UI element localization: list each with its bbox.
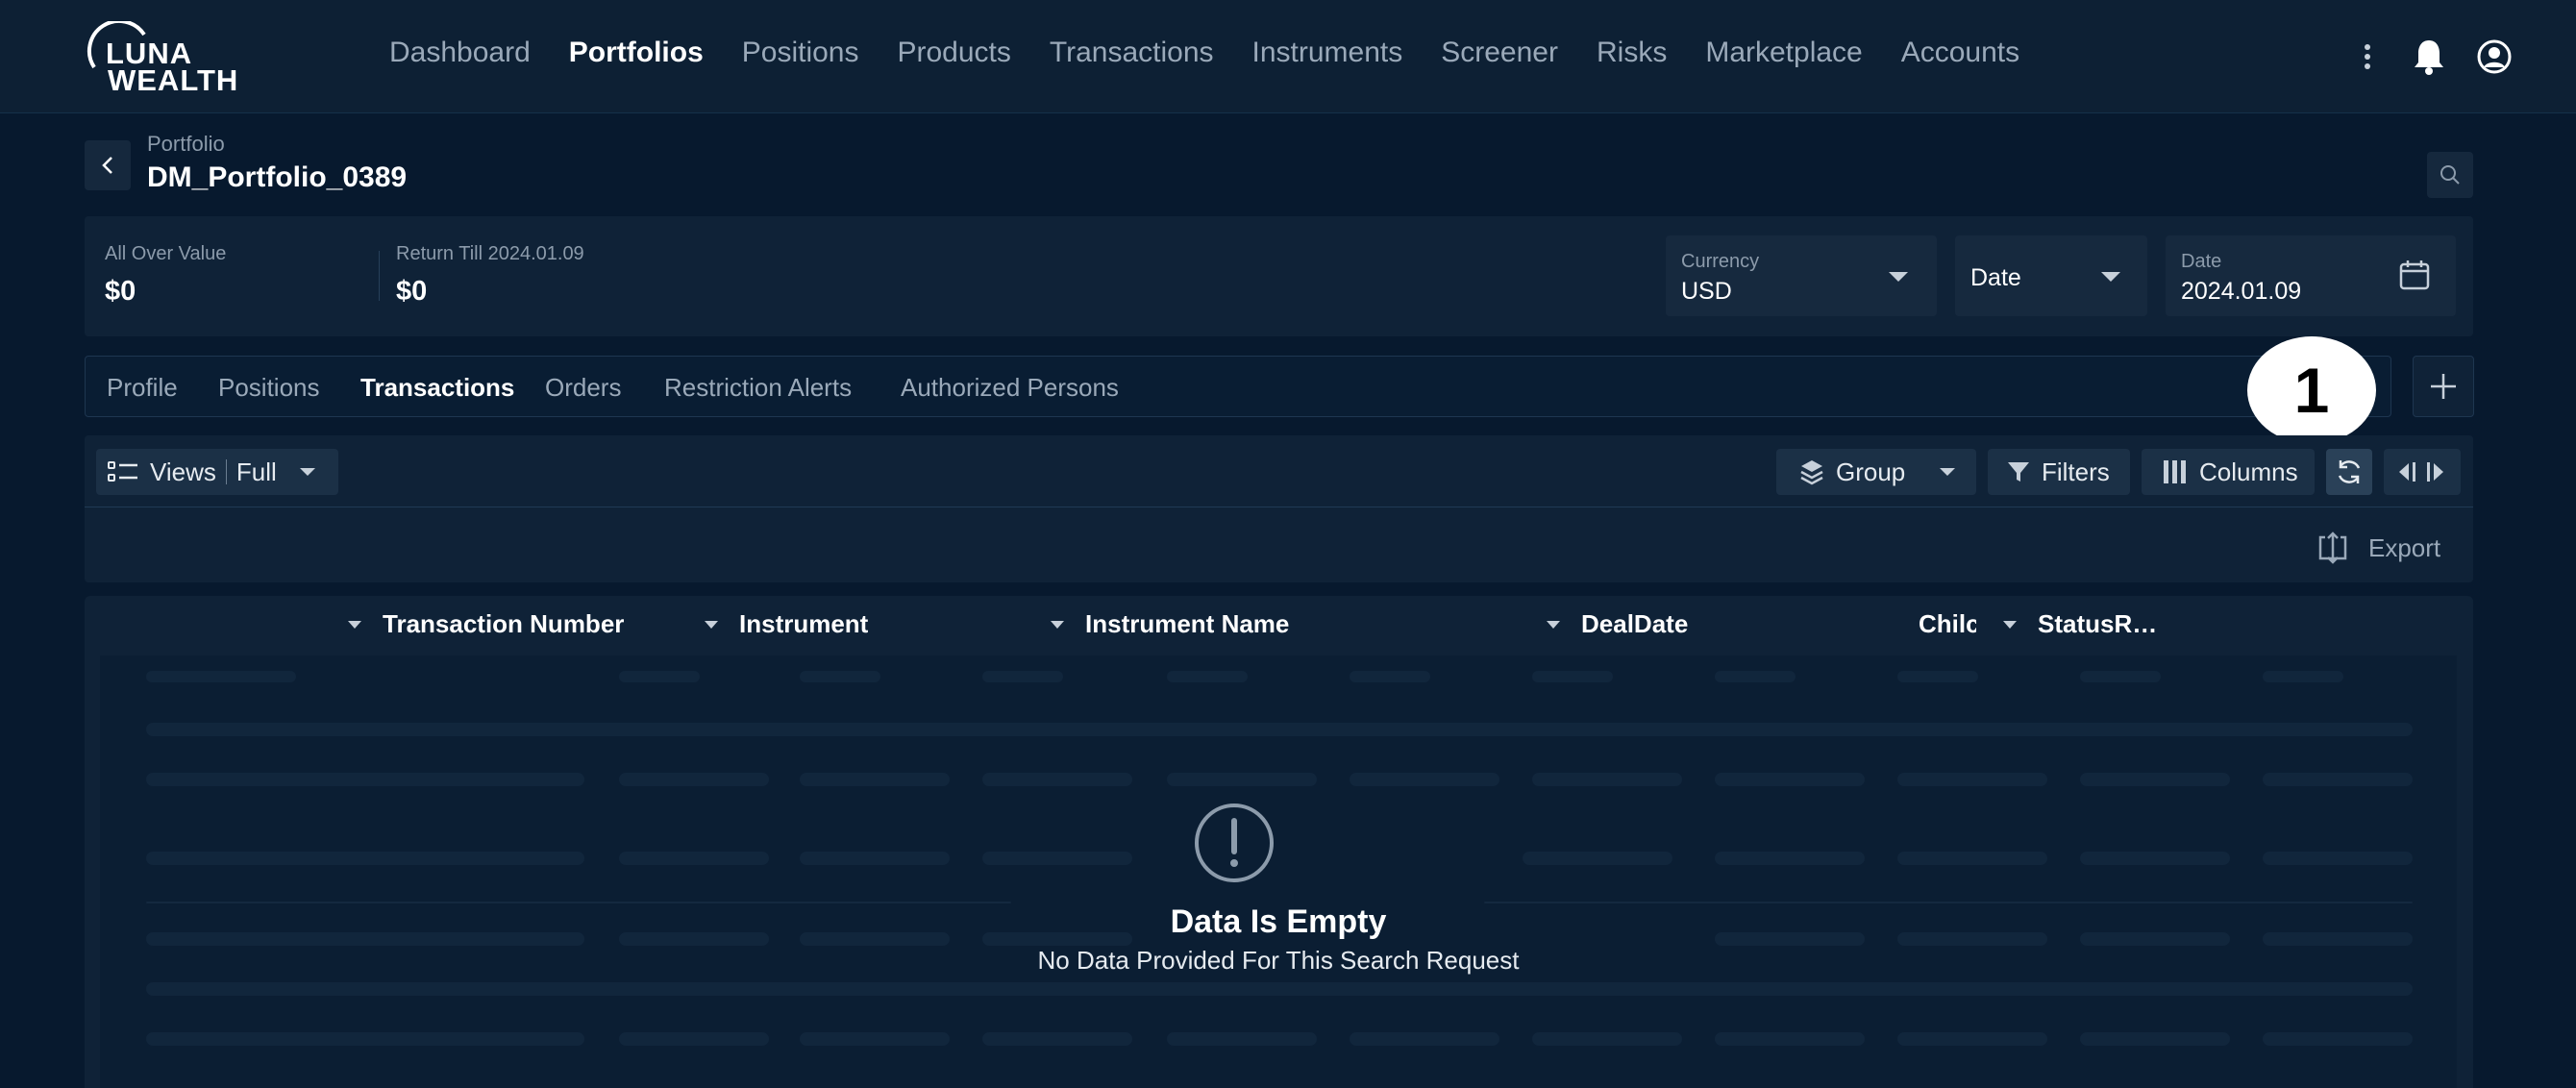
tab-profile[interactable]: Profile [107, 373, 178, 403]
currency-label: Currency [1681, 251, 1760, 272]
filters-button[interactable]: Filters [1988, 449, 2130, 495]
date-value: 2024.01.09 [2181, 278, 2302, 305]
currency-value: USD [1681, 278, 1732, 305]
split-panel-icon [2399, 462, 2443, 482]
date-picker[interactable]: Date 2024.01.09 [2166, 235, 2456, 316]
nav-item-accounts[interactable]: Accounts [1901, 37, 2019, 69]
layers-icon [1799, 458, 1824, 485]
views-label: Views [150, 457, 216, 486]
portfolio-tabs: Profile Positions Transactions Orders Re… [85, 356, 2391, 417]
top-navigation-bar: LUNA WEALTH Dashboard Portfolios Positio… [0, 0, 2576, 113]
sort-caret-icon[interactable] [1547, 621, 1560, 629]
skeleton-row [100, 723, 2457, 771]
skeleton-row [100, 1032, 2457, 1080]
plus-icon [2431, 374, 2456, 399]
return-value: $0 [396, 276, 428, 307]
group-label: Group [1836, 457, 1906, 486]
main-nav: Dashboard Portfolios Positions Products … [389, 37, 2058, 69]
chevron-left-icon [102, 157, 112, 174]
sort-caret-icon[interactable] [705, 621, 718, 629]
nav-item-instruments[interactable]: Instruments [1252, 37, 1403, 69]
nav-item-products[interactable]: Products [898, 37, 1011, 69]
table-toolbar: Views Full Group Filters Columns Export [85, 435, 2473, 582]
all-over-value: $0 [105, 276, 136, 307]
refresh-icon [2338, 460, 2361, 483]
more-vertical-icon[interactable] [2345, 35, 2390, 79]
export-button[interactable]: Export [2316, 529, 2440, 567]
filter-icon [2007, 460, 2030, 483]
nav-item-portfolios[interactable]: Portfolios [569, 37, 704, 69]
nav-item-screener[interactable]: Screener [1441, 37, 1558, 69]
nav-item-positions[interactable]: Positions [742, 37, 859, 69]
breadcrumb[interactable]: Portfolio [147, 132, 225, 157]
empty-state-title: Data Is Empty [1170, 903, 1387, 940]
page-title: DM_Portfolio_0389 [147, 161, 408, 193]
views-divider [225, 459, 227, 484]
user-avatar-icon[interactable] [2472, 35, 2516, 79]
top-icons [2345, 35, 2576, 79]
column-header-transaction-number[interactable]: Transaction Number [383, 609, 624, 639]
currency-select[interactable]: Currency USD [1666, 235, 1937, 316]
chevron-down-icon [1889, 272, 1908, 282]
column-header-instrument-name[interactable]: Instrument Name [1085, 609, 1289, 639]
nav-item-risks[interactable]: Risks [1597, 37, 1667, 69]
date-mode-value: Date [1970, 264, 2021, 291]
export-icon [2316, 532, 2349, 564]
luna-wealth-logo[interactable]: LUNA WEALTH [85, 21, 237, 97]
panel-toggle-button[interactable] [2384, 449, 2461, 495]
views-value: Full [235, 457, 277, 486]
list-icon [108, 460, 138, 483]
nav-item-marketplace[interactable]: Marketplace [1705, 37, 1862, 69]
views-dropdown[interactable]: Views Full [96, 449, 338, 495]
columns-label: Columns [2199, 457, 2298, 486]
sort-caret-icon[interactable] [348, 621, 361, 629]
search-button[interactable] [2427, 152, 2473, 198]
skeleton-row [100, 671, 2457, 719]
nav-item-transactions[interactable]: Transactions [1050, 37, 1214, 69]
sort-caret-icon[interactable] [2003, 621, 2017, 629]
add-tab-button[interactable] [2413, 356, 2474, 417]
summary-divider [379, 251, 380, 301]
table-body-skeleton [100, 655, 2457, 1088]
logo-text-wealth: WEALTH [108, 63, 239, 97]
transactions-table: Transaction Number Instrument Instrument… [85, 596, 2473, 1088]
return-label: Return Till 2024.01.09 [396, 243, 584, 264]
back-button[interactable] [85, 140, 131, 190]
tab-positions[interactable]: Positions [218, 373, 320, 403]
date-mode-select[interactable]: Date [1955, 235, 2147, 316]
export-label: Export [2368, 532, 2441, 562]
filters-label: Filters [2042, 457, 2110, 486]
empty-state-subtitle: No Data Provided For This Search Request [1037, 946, 1520, 975]
column-header-status[interactable]: StatusR… [2038, 609, 2157, 639]
column-header-dealdate[interactable]: DealDate [1581, 609, 1688, 639]
search-icon [2440, 165, 2460, 185]
skeleton-row [100, 773, 2457, 821]
bell-icon[interactable] [2407, 35, 2451, 79]
date-label: Date [2181, 251, 2222, 272]
tab-authorized-persons[interactable]: Authorized Persons [901, 373, 1119, 403]
tab-transactions[interactable]: Transactions [360, 373, 514, 403]
all-over-value-label: All Over Value [105, 243, 227, 264]
nav-item-dashboard[interactable]: Dashboard [389, 37, 531, 69]
tab-restriction-alerts[interactable]: Restriction Alerts [664, 373, 852, 403]
chevron-down-icon [300, 468, 315, 476]
columns-button[interactable]: Columns [2142, 449, 2315, 495]
exclamation-circle-icon [1195, 804, 1274, 882]
column-header-child[interactable]: Chilc [1919, 609, 1976, 639]
group-dropdown[interactable]: Group [1776, 449, 1976, 495]
sort-caret-icon[interactable] [1051, 621, 1064, 629]
skeleton-row [100, 852, 2457, 900]
annotation-badge: 1 [2247, 336, 2376, 444]
skeleton-row [100, 982, 2457, 1030]
column-header-instrument[interactable]: Instrument [739, 609, 868, 639]
chevron-down-icon [1940, 468, 1955, 476]
tab-orders[interactable]: Orders [545, 373, 621, 403]
table-header: Transaction Number Instrument Instrument… [85, 596, 2473, 654]
chevron-down-icon [2101, 272, 2120, 282]
portfolio-summary-card: All Over Value $0 Return Till 2024.01.09… [85, 216, 2473, 336]
calendar-icon[interactable] [2398, 259, 2431, 291]
refresh-button[interactable] [2326, 449, 2372, 495]
columns-icon [2163, 459, 2188, 484]
